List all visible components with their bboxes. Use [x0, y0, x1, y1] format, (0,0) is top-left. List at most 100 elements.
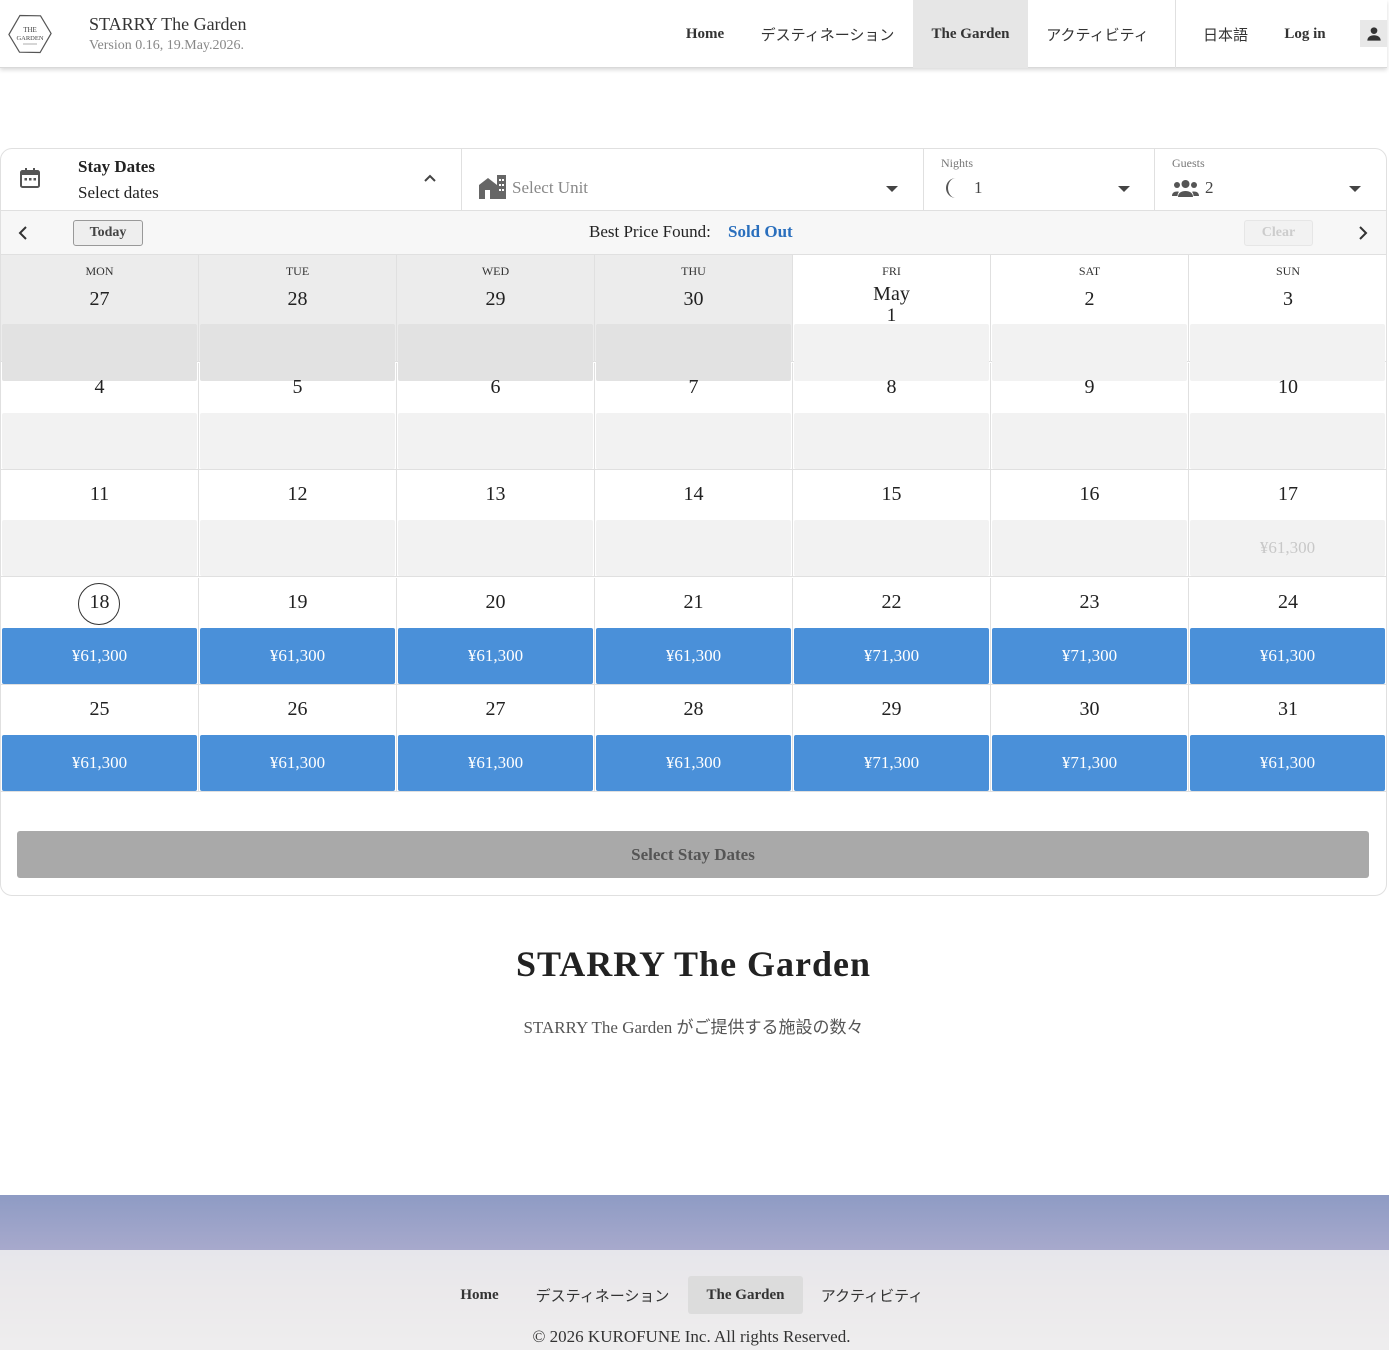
day-price[interactable]: ¥61,300	[2, 735, 197, 791]
day-price[interactable]: ¥61,300	[1190, 735, 1385, 791]
login-link[interactable]: Log in	[1270, 0, 1340, 68]
day-number: 27	[485, 698, 506, 720]
nights-selector[interactable]: Nights 1	[924, 149, 1154, 211]
day-number: 14	[683, 483, 704, 505]
garden-logo[interactable]: THE GARDEN	[8, 12, 52, 56]
day-number: 17	[1278, 483, 1298, 505]
nights-dropdown-caret-icon	[1118, 186, 1130, 192]
day-number: 9	[1084, 375, 1095, 398]
calendar-day-cell: SUN 3	[1189, 255, 1387, 381]
unit-selector[interactable]: Select Unit	[462, 149, 923, 211]
moon-icon	[946, 178, 956, 198]
day-price	[1190, 412, 1385, 469]
day-number: 24	[1278, 590, 1298, 613]
day-price[interactable]: ¥61,300	[2, 627, 197, 684]
clear-button[interactable]: Clear	[1244, 220, 1313, 246]
top-header: THE GARDEN STARRY The Garden Version 0.1…	[0, 0, 1387, 68]
select-stay-dates-button[interactable]: Select Stay Dates	[17, 831, 1369, 878]
calendar-day-cell[interactable]: 18 ¥61,300	[1, 577, 199, 685]
weekday-label: FRI	[882, 264, 901, 278]
day-number: 16	[1079, 483, 1100, 505]
version-text: Version 0.16, 19.May.2026.	[89, 38, 245, 53]
day-price[interactable]: ¥61,300	[398, 627, 593, 684]
day-price	[200, 412, 395, 469]
calendar-day-cell: 17 ¥61,300	[1189, 470, 1387, 577]
guests-selector[interactable]: Guests 2	[1155, 149, 1386, 211]
calendar-day-cell: WED 29	[397, 255, 595, 381]
chevron-left-icon[interactable]	[16, 225, 30, 241]
day-number: 28	[287, 288, 308, 310]
calendar-day-cell[interactable]: 28 ¥61,300	[595, 685, 793, 792]
guests-value: 2	[1205, 178, 1214, 197]
calendar-day-cell[interactable]: 27 ¥61,300	[397, 685, 595, 792]
stay-dates-selector[interactable]: Stay Dates Select dates	[1, 149, 461, 211]
calendar-day-cell[interactable]: 29 ¥71,300	[793, 685, 991, 792]
section-title: STARRY The Garden	[515, 944, 872, 984]
day-number: 11	[89, 483, 110, 505]
day-price[interactable]: ¥71,300	[794, 735, 989, 791]
footer-nav-destination[interactable]: デスティネーション	[520, 1276, 685, 1314]
calendar-day-cell: TUE 28	[199, 255, 397, 381]
day-number: 15	[881, 483, 902, 505]
calendar-day-cell[interactable]: 26 ¥61,300	[199, 685, 397, 792]
calendar-day-cell[interactable]: 19 ¥61,300	[199, 577, 397, 685]
nav-home[interactable]: Home	[670, 0, 740, 68]
brand-title: STARRY The Garden	[89, 14, 247, 34]
day-price[interactable]: ¥61,300	[596, 735, 791, 791]
calendar-day-cell[interactable]: 22 ¥71,300	[793, 577, 991, 685]
nav-destination[interactable]: デスティネーション	[745, 0, 910, 68]
nights-value: 1	[974, 178, 983, 197]
guests-label: Guests	[1172, 156, 1205, 170]
calendar-day-cell[interactable]: 24 ¥61,300	[1189, 578, 1387, 685]
weekday-label: WED	[481, 264, 510, 278]
day-price	[992, 520, 1187, 576]
person-icon	[1366, 26, 1381, 41]
best-price-label: Best Price Found:	[589, 222, 711, 241]
day-price[interactable]: ¥61,300	[1190, 627, 1385, 684]
calendar-day-cell[interactable]: 21 ¥61,300	[595, 577, 793, 685]
nav-the-garden[interactable]: The Garden	[913, 0, 1028, 68]
building-icon	[479, 175, 506, 199]
calendar-day-cell[interactable]: 23 ¥71,300	[991, 577, 1189, 685]
day-price[interactable]: ¥71,300	[794, 627, 989, 684]
day-number: 5	[292, 375, 303, 398]
month-label: May	[873, 283, 910, 305]
day-number: 4	[94, 375, 105, 398]
day-price[interactable]: ¥71,300	[992, 627, 1187, 684]
calendar-day-cell: 14	[595, 470, 793, 577]
calendar-day-cell[interactable]: 31 ¥61,300	[1189, 685, 1387, 792]
language-selector[interactable]: 日本語	[1188, 0, 1263, 68]
footer-nav-home[interactable]: Home	[447, 1276, 512, 1314]
calendar-day-cell[interactable]: 25 ¥61,300	[1, 685, 199, 792]
day-price[interactable]: ¥71,300	[992, 735, 1187, 791]
day-price[interactable]: ¥61,300	[596, 627, 791, 684]
day-price	[794, 520, 989, 576]
day-number: 2	[1084, 288, 1095, 310]
day-number: 30	[1079, 698, 1100, 720]
day-price[interactable]: ¥61,300	[398, 735, 593, 791]
day-price	[2, 412, 197, 469]
section-subtitle: STARRY The Garden がご提供する施設の数々	[523, 1018, 864, 1037]
calendar-day-cell: THU 30	[595, 255, 793, 381]
day-number: 30	[683, 288, 704, 310]
day-price	[200, 520, 395, 576]
day-price	[398, 412, 593, 469]
calendar-day-cell: 8	[793, 362, 991, 470]
chevron-right-icon[interactable]	[1356, 225, 1370, 241]
day-number: 27	[89, 288, 110, 310]
today-button[interactable]: Today	[73, 220, 143, 246]
day-price	[2, 520, 197, 576]
day-price[interactable]: ¥61,300	[200, 627, 395, 684]
footer-nav-activity[interactable]: アクティビティ	[806, 1276, 938, 1314]
day-price[interactable]: ¥61,300	[200, 735, 395, 791]
user-menu-button[interactable]	[1360, 20, 1387, 47]
stay-dates-value: Select dates	[78, 183, 159, 202]
nav-activity[interactable]: アクティビティ	[1030, 0, 1165, 68]
day-number: 21	[683, 590, 704, 613]
calendar-day-cell[interactable]: 30 ¥71,300	[991, 685, 1189, 792]
footer-nav-the-garden[interactable]: The Garden	[688, 1276, 803, 1314]
group-icon	[1172, 180, 1199, 197]
calendar-day-cell[interactable]: 20 ¥61,300	[397, 577, 595, 685]
svg-text:THE: THE	[23, 26, 37, 34]
chevron-up-icon[interactable]	[422, 172, 438, 184]
